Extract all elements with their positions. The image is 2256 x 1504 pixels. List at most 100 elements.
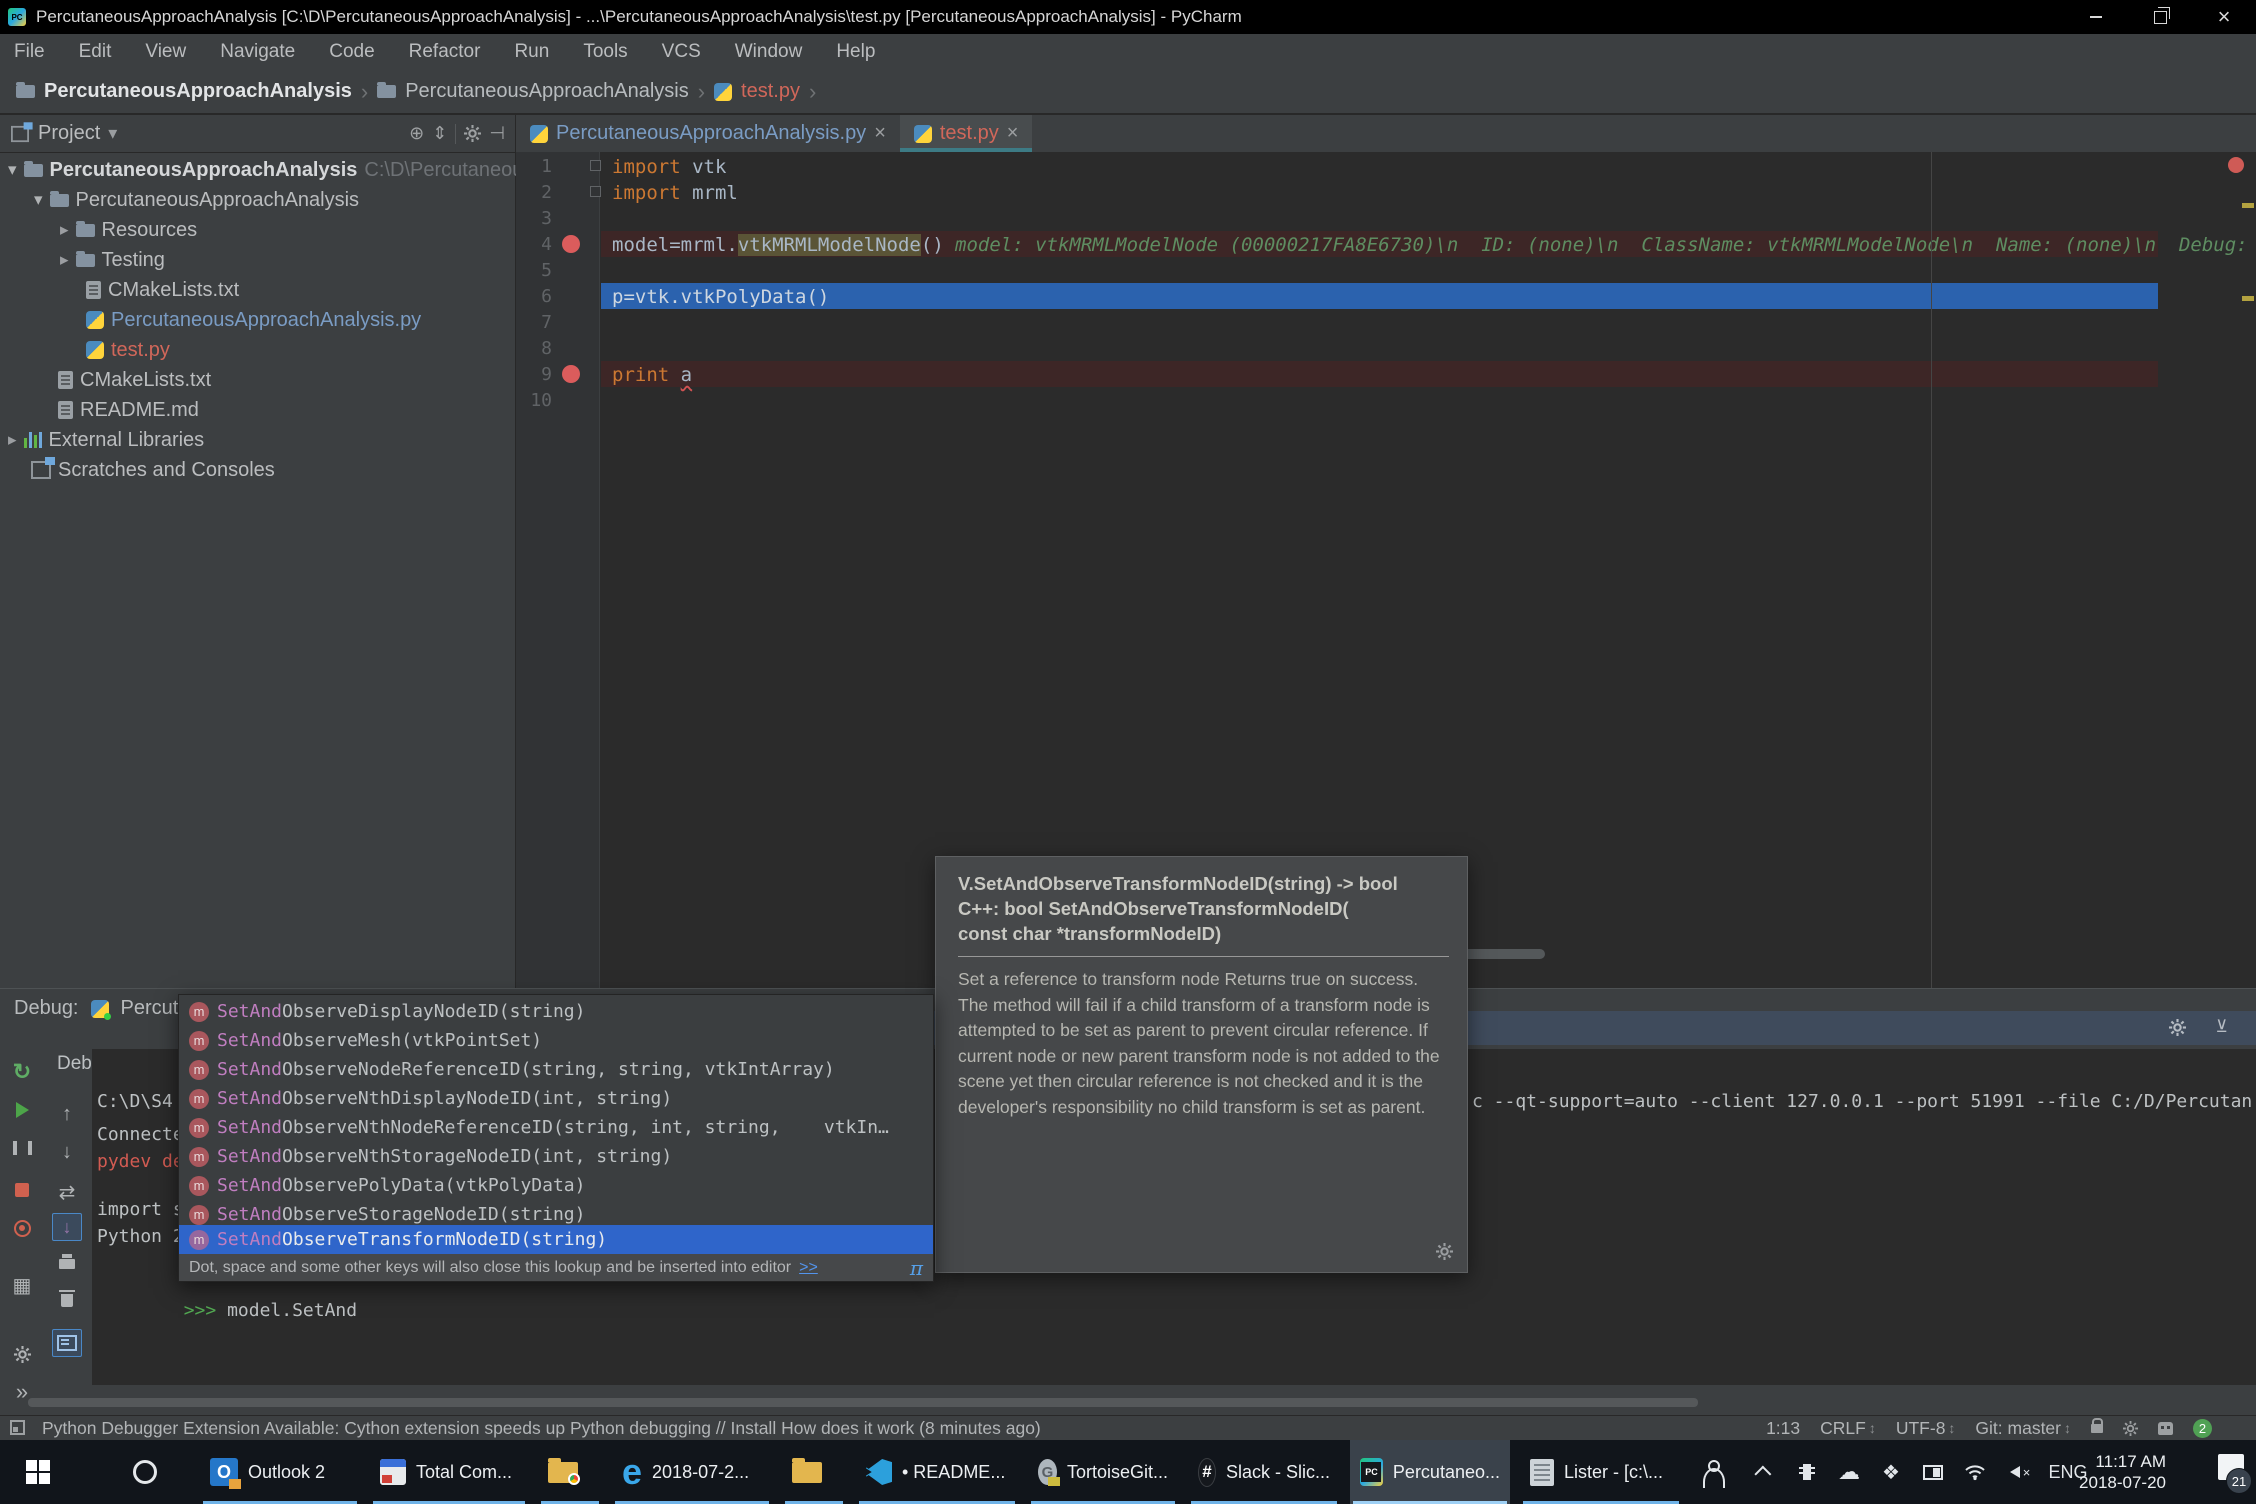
taskbar-app-tortoisegit[interactable]: G TortoiseGit... bbox=[1028, 1440, 1178, 1504]
taskbar-app-outlook[interactable]: O Outlook 2 bbox=[200, 1440, 360, 1504]
dock-icon[interactable]: ⊻ bbox=[2216, 1017, 2228, 1037]
tree-item-resources[interactable]: Resources bbox=[60, 215, 197, 245]
expanded-arrow-icon[interactable] bbox=[34, 190, 43, 210]
prompt-input[interactable]: model.SetAnd bbox=[227, 1300, 357, 1321]
minimize-button[interactable] bbox=[2064, 0, 2128, 34]
attach-console-button[interactable] bbox=[52, 1177, 82, 1207]
tree-item-test-py[interactable]: test.py bbox=[86, 335, 170, 365]
tree-item-testing[interactable]: Testing bbox=[60, 245, 165, 275]
fold-marker-icon[interactable] bbox=[590, 186, 601, 197]
breadcrumb-file[interactable]: test.py bbox=[741, 80, 800, 103]
stop-process-button[interactable] bbox=[7, 1175, 37, 1205]
locate-file-button[interactable]: ⊕ bbox=[409, 123, 424, 144]
tree-item-cmakelists-inner[interactable]: CMakeLists.txt bbox=[86, 275, 239, 305]
taskbar-app-slack[interactable]: # Slack - Slic... bbox=[1188, 1440, 1340, 1504]
parameter-info-icon[interactable]: π bbox=[910, 1256, 923, 1280]
status-message[interactable]: Python Debugger Extension Available: Cyt… bbox=[42, 1418, 1041, 1439]
editor-gutter[interactable]: 1 2 3 4 5 6 7 8 9 10 bbox=[516, 152, 601, 988]
restore-layout-button[interactable] bbox=[7, 1270, 37, 1300]
maximize-button[interactable] bbox=[2128, 0, 2192, 34]
taskbar-app-explorer[interactable] bbox=[782, 1440, 846, 1504]
tray-expand-button[interactable] bbox=[1748, 1440, 1782, 1504]
error-stripe-indicator[interactable] bbox=[2228, 157, 2244, 173]
completion-item[interactable]: m SetAndObserveMesh(vtkPointSet) bbox=[179, 1026, 933, 1055]
encoding-widget[interactable]: UTF-8 bbox=[1896, 1418, 1956, 1439]
tray-wifi-button[interactable] bbox=[1958, 1440, 1992, 1504]
expanded-arrow-icon[interactable] bbox=[8, 160, 17, 180]
menu-edit[interactable]: Edit bbox=[79, 41, 112, 63]
step-up-button[interactable] bbox=[52, 1099, 82, 1129]
menu-window[interactable]: Window bbox=[735, 41, 803, 63]
debugger-gear-button[interactable] bbox=[7, 1339, 37, 1369]
tray-device-button[interactable] bbox=[1790, 1440, 1824, 1504]
menu-navigate[interactable]: Navigate bbox=[220, 41, 295, 63]
doc-settings-button[interactable] bbox=[1436, 1243, 1453, 1260]
close-icon[interactable] bbox=[874, 122, 886, 145]
completion-item[interactable]: m SetAndObservePolyData(vtkPolyData) bbox=[179, 1171, 933, 1200]
cortana-button[interactable] bbox=[125, 1440, 165, 1504]
fold-marker-icon[interactable] bbox=[590, 160, 601, 171]
menu-run[interactable]: Run bbox=[514, 41, 549, 63]
line-separator-widget[interactable]: CRLF bbox=[1820, 1418, 1876, 1439]
show-command-line-button[interactable]: ↓ bbox=[52, 1213, 82, 1241]
pause-button[interactable] bbox=[7, 1133, 37, 1163]
people-button[interactable] bbox=[1694, 1440, 1734, 1504]
toolwindow-switcher-icon[interactable] bbox=[10, 1420, 25, 1435]
highlighting-level-button[interactable] bbox=[2123, 1421, 2138, 1436]
completion-item[interactable]: m SetAndObserveNthDisplayNodeID(int, stri… bbox=[179, 1084, 933, 1113]
tab-test-py[interactable]: test.py bbox=[899, 115, 1033, 152]
collapse-all-button[interactable]: ⇕ bbox=[432, 123, 447, 144]
taskbar-app-explorer-chrome[interactable] bbox=[538, 1440, 602, 1504]
resume-button[interactable] bbox=[7, 1095, 37, 1125]
taskbar-app-totalcmd[interactable]: Total Com... bbox=[370, 1440, 528, 1504]
completion-item[interactable]: m SetAndObserveNthNodeReferenceID(string,… bbox=[179, 1113, 933, 1142]
taskbar-app-pycharm-active[interactable]: PC Percutaneo... bbox=[1350, 1440, 1510, 1504]
git-branch-widget[interactable]: Git: master bbox=[1975, 1418, 2071, 1439]
step-down-button[interactable] bbox=[52, 1137, 82, 1167]
debugger-settings-button[interactable] bbox=[2169, 1019, 2186, 1036]
collapsed-arrow-icon[interactable] bbox=[8, 430, 17, 450]
tree-item-scratches[interactable]: Scratches and Consoles bbox=[31, 455, 275, 485]
hide-panel-button[interactable]: ⊣ bbox=[489, 123, 505, 144]
menu-tools[interactable]: Tools bbox=[583, 41, 627, 63]
completion-hint-link[interactable]: >> bbox=[799, 1259, 818, 1277]
taskbar-app-edge[interactable]: e 2018-07-2... bbox=[612, 1440, 772, 1504]
warning-stripe-mark[interactable] bbox=[2242, 203, 2254, 208]
collapsed-arrow-icon[interactable] bbox=[60, 220, 69, 240]
tree-item-main-py[interactable]: PercutaneousApproachAnalysis.py bbox=[86, 305, 421, 335]
tree-item-package[interactable]: PercutaneousApproachAnalysis bbox=[34, 185, 359, 215]
rerun-button[interactable] bbox=[7, 1057, 37, 1087]
collapsed-arrow-icon[interactable] bbox=[60, 250, 69, 270]
project-panel-title[interactable]: Project bbox=[38, 122, 100, 145]
start-button[interactable] bbox=[18, 1440, 58, 1504]
hector-inspections-icon[interactable] bbox=[2158, 1422, 2173, 1435]
menu-file[interactable]: File bbox=[14, 41, 45, 63]
warning-stripe-mark[interactable] bbox=[2242, 296, 2254, 301]
tray-volume-button[interactable]: × bbox=[2000, 1440, 2040, 1504]
breadcrumb-package[interactable]: PercutaneousApproachAnalysis bbox=[405, 80, 689, 103]
taskbar-app-vscode[interactable]: • README... bbox=[856, 1440, 1018, 1504]
menu-view[interactable]: View bbox=[145, 41, 186, 63]
tree-item-cmakelists[interactable]: CMakeLists.txt bbox=[58, 365, 211, 395]
notifications-badge[interactable]: 2 bbox=[2193, 1419, 2212, 1438]
breakpoint-line9[interactable] bbox=[562, 365, 580, 383]
chevron-down-icon[interactable] bbox=[108, 123, 117, 144]
completion-item-selected[interactable]: m SetAndObserveTransformNodeID(string) bbox=[179, 1225, 933, 1254]
tree-item-readme[interactable]: README.md bbox=[58, 395, 199, 425]
tree-item-external-libraries[interactable]: External Libraries bbox=[8, 425, 204, 455]
tray-dropbox-button[interactable] bbox=[1874, 1440, 1908, 1504]
breadcrumb-project[interactable]: PercutaneousApproachAnalysis bbox=[44, 80, 352, 103]
taskbar-app-lister[interactable]: Lister - [c:\... bbox=[1520, 1440, 1682, 1504]
tray-clock[interactable]: 11:17 AM 2018-07-20 bbox=[2079, 1440, 2166, 1504]
menu-code[interactable]: Code bbox=[329, 41, 374, 63]
tab-main-py[interactable]: PercutaneousApproachAnalysis.py bbox=[516, 115, 900, 152]
tree-item-project-root[interactable]: PercutaneousApproachAnalysis C:\D\Percut… bbox=[8, 155, 569, 185]
readonly-lock-icon[interactable] bbox=[2091, 1418, 2103, 1433]
tray-display-button[interactable] bbox=[1916, 1440, 1950, 1504]
menu-help[interactable]: Help bbox=[836, 41, 875, 63]
clear-console-button[interactable] bbox=[52, 1285, 82, 1315]
breakpoint-line4[interactable] bbox=[562, 235, 580, 253]
close-button[interactable]: × bbox=[2192, 0, 2256, 34]
console-horizontal-scrollbar[interactable] bbox=[28, 1398, 1698, 1407]
completion-item[interactable]: m SetAndObserveNthStorageNodeID(int, stri… bbox=[179, 1142, 933, 1171]
